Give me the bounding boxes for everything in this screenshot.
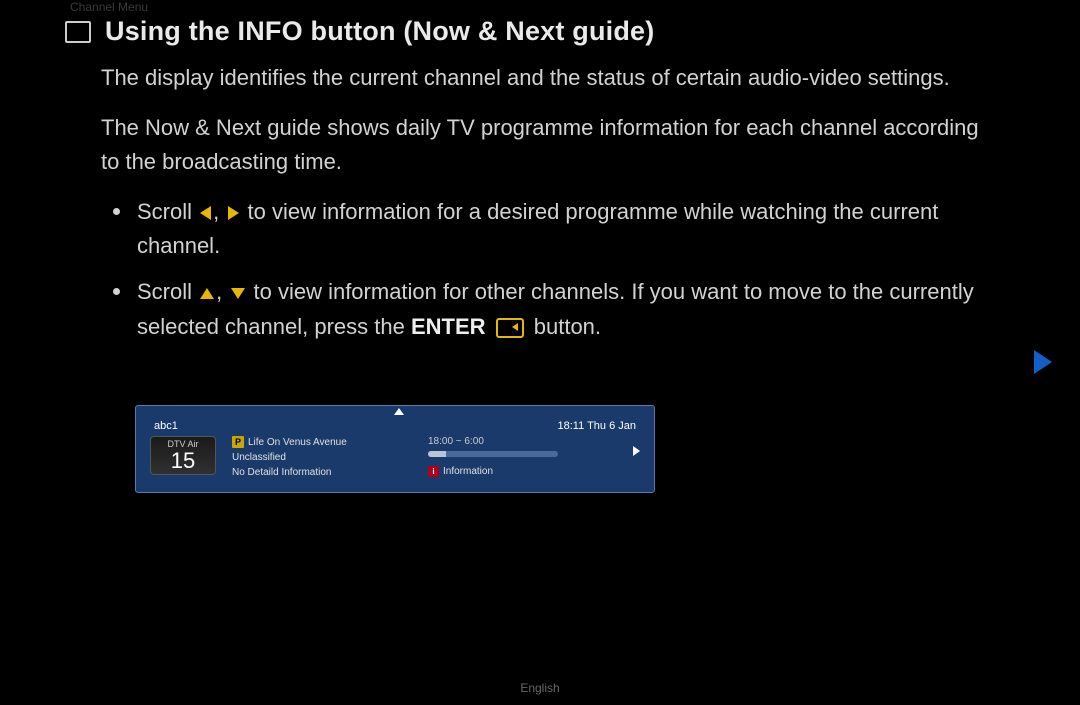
information-row: i Information — [428, 465, 616, 477]
bullet-1-post: to view information for a desired progra… — [137, 199, 938, 258]
main-content: Using the INFO button (Now & Next guide)… — [65, 16, 1000, 356]
comma: , — [216, 279, 222, 304]
right-column: 18:00 ~ 6:00 i Information — [428, 436, 640, 477]
intro-paragraph-2: The Now & Next guide shows daily TV prog… — [101, 111, 1000, 179]
panel-arrow-up-icon — [394, 408, 404, 415]
intro-paragraph-1: The display identifies the current chann… — [101, 61, 1000, 95]
footer-language: English — [0, 681, 1080, 695]
programme-title-row: P Life On Venus Avenue — [232, 436, 412, 448]
arrow-right-icon — [228, 206, 239, 220]
next-page-arrow-icon[interactable] — [1034, 350, 1052, 374]
page-title: Using the INFO button (Now & Next guide) — [105, 16, 654, 47]
progress-fill — [428, 451, 446, 457]
programme-title: Life On Venus Avenue — [248, 437, 347, 448]
info-body: DTV Air 15 P Life On Venus Avenue Unclass… — [150, 436, 640, 482]
enter-label: ENTER — [411, 314, 486, 339]
programme-badge-icon: P — [232, 436, 244, 448]
detail-info: No Detaild Information — [232, 467, 412, 478]
information-label: Information — [443, 466, 493, 477]
comma: , — [213, 199, 219, 224]
bullet-2-post: button. — [528, 314, 601, 339]
classification: Unclassified — [232, 452, 412, 463]
bullet-1: Scroll , to view information for a desir… — [101, 195, 1000, 263]
arrow-down-icon — [231, 288, 245, 299]
channel-name: abc1 — [154, 420, 178, 432]
programme-column: P Life On Venus Avenue Unclassified No De… — [232, 436, 412, 482]
channel-number: 15 — [151, 449, 215, 473]
progress-bar — [428, 451, 558, 457]
breadcrumb: Channel Menu — [70, 0, 148, 14]
enter-icon — [496, 318, 524, 338]
title-row: Using the INFO button (Now & Next guide) — [65, 16, 1000, 47]
bullet-1-pre: Scroll — [137, 199, 198, 224]
bullet-2: Scroll , to view information for other c… — [101, 275, 1000, 343]
bullet-list: Scroll , to view information for a desir… — [101, 195, 1000, 343]
info-top-row: abc1 18:11 Thu 6 Jan — [150, 420, 640, 432]
info-badge-icon: i — [428, 466, 439, 477]
info-panel-wrap: abc1 18:11 Thu 6 Jan DTV Air 15 P Life On… — [135, 405, 655, 493]
book-icon — [65, 21, 91, 43]
arrow-up-icon — [200, 288, 214, 299]
arrow-left-icon — [200, 206, 211, 220]
time-range: 18:00 ~ 6:00 — [428, 436, 616, 447]
info-panel: abc1 18:11 Thu 6 Jan DTV Air 15 P Life On… — [135, 405, 655, 493]
clock: 18:11 Thu 6 Jan — [558, 420, 637, 432]
channel-box: DTV Air 15 — [150, 436, 216, 475]
bullet-2-pre: Scroll — [137, 279, 198, 304]
